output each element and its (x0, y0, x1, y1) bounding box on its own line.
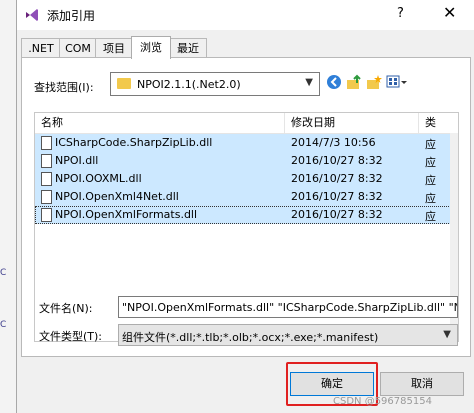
file-name: NPOI.OOXML.dll (55, 172, 142, 185)
list-item[interactable]: NPOI.dll 2016/10/27 8:32 应 (35, 152, 458, 170)
title-bar[interactable]: 添加引用 ? ✕ (17, 0, 474, 30)
tab-com[interactable]: COM (59, 38, 97, 58)
help-button[interactable]: ? (397, 6, 404, 21)
background-text-fragment: C (0, 268, 7, 278)
tab-recent[interactable]: 最近 (169, 38, 207, 58)
list-item[interactable]: NPOI.OpenXmlFormats.dll 2016/10/27 8:32 … (35, 206, 458, 224)
file-type: 应 (425, 210, 436, 223)
chevron-down-icon: ▼ (305, 77, 313, 88)
column-header-name[interactable]: 名称 (35, 113, 285, 133)
file-type: 应 (425, 192, 436, 205)
column-header-type[interactable]: 类 (419, 113, 458, 133)
list-header: 名称 修改日期 类 (35, 113, 458, 134)
dll-file-icon (41, 136, 52, 150)
back-icon[interactable] (326, 74, 342, 92)
file-modified: 2016/10/27 8:32 (291, 154, 383, 167)
file-name: NPOI.OpenXml4Net.dll (55, 190, 179, 203)
file-type: 应 (425, 156, 436, 169)
visual-studio-icon (26, 9, 38, 21)
dll-file-icon (41, 172, 52, 186)
watermark: CSDN @596785154 (333, 396, 432, 407)
file-modified: 2016/10/27 8:32 (291, 172, 383, 185)
up-folder-icon[interactable] (346, 74, 362, 92)
list-item[interactable]: ICSharpCode.SharpZipLib.dll 2014/7/3 10:… (35, 134, 458, 152)
new-folder-icon[interactable] (366, 74, 382, 92)
tab-browse[interactable]: 浏览 (131, 36, 171, 59)
file-name: NPOI.dll (55, 154, 99, 167)
filename-value: "NPOI.OpenXmlFormats.dll" "ICSharpCode.S… (122, 301, 458, 314)
lookin-combobox[interactable]: NPOI2.1.1(.Net2.0) ▼ (110, 72, 320, 96)
filename-label: 文件名(N): (39, 302, 93, 315)
views-menu-icon[interactable] (386, 74, 408, 92)
file-name: ICSharpCode.SharpZipLib.dll (55, 136, 213, 149)
chevron-down-icon: ▼ (443, 329, 451, 340)
file-modified: 2016/10/27 8:32 (291, 190, 383, 203)
column-header-modified[interactable]: 修改日期 (285, 113, 419, 133)
file-type: 应 (425, 174, 436, 187)
filetype-value: 组件文件(*.dll;*.tlb;*.olb;*.ocx;*.exe;*.man… (122, 331, 379, 344)
list-item[interactable]: NPOI.OpenXml4Net.dll 2016/10/27 8:32 应 (35, 188, 458, 206)
background-window-edge: C C (0, 0, 16, 413)
window-title: 添加引用 (47, 9, 96, 23)
tab-projects[interactable]: 项目 (95, 38, 133, 58)
cancel-button[interactable]: 取消 (380, 372, 464, 396)
filename-input[interactable]: "NPOI.OpenXmlFormats.dll" "ICSharpCode.S… (118, 296, 458, 318)
file-type: 应 (425, 138, 436, 151)
list-item[interactable]: NPOI.OOXML.dll 2016/10/27 8:32 应 (35, 170, 458, 188)
filetype-select[interactable]: 组件文件(*.dll;*.tlb;*.olb;*.ocx;*.exe;*.man… (118, 324, 458, 346)
tab-dotnet[interactable]: .NET (21, 38, 61, 58)
browse-panel: 查找范围(I): NPOI2.1.1(.Net2.0) ▼ 名称 修改日期 类 (21, 57, 471, 357)
close-button[interactable]: ✕ (443, 3, 456, 22)
file-name: NPOI.OpenXmlFormats.dll (55, 208, 198, 221)
dll-file-icon (41, 190, 52, 204)
file-modified: 2016/10/27 8:32 (291, 208, 383, 221)
add-reference-dialog: 添加引用 ? ✕ .NET COM 项目 浏览 最近 查找范围(I): NPOI… (16, 0, 474, 413)
background-text-fragment: C (0, 320, 7, 330)
filetype-label: 文件类型(T): (39, 330, 103, 343)
dll-file-icon (41, 154, 52, 168)
folder-icon (117, 78, 131, 89)
file-modified: 2014/7/3 10:56 (291, 136, 376, 149)
dll-file-icon (41, 208, 52, 222)
lookin-value: NPOI2.1.1(.Net2.0) (137, 78, 241, 91)
lookin-label: 查找范围(I): (34, 81, 94, 94)
